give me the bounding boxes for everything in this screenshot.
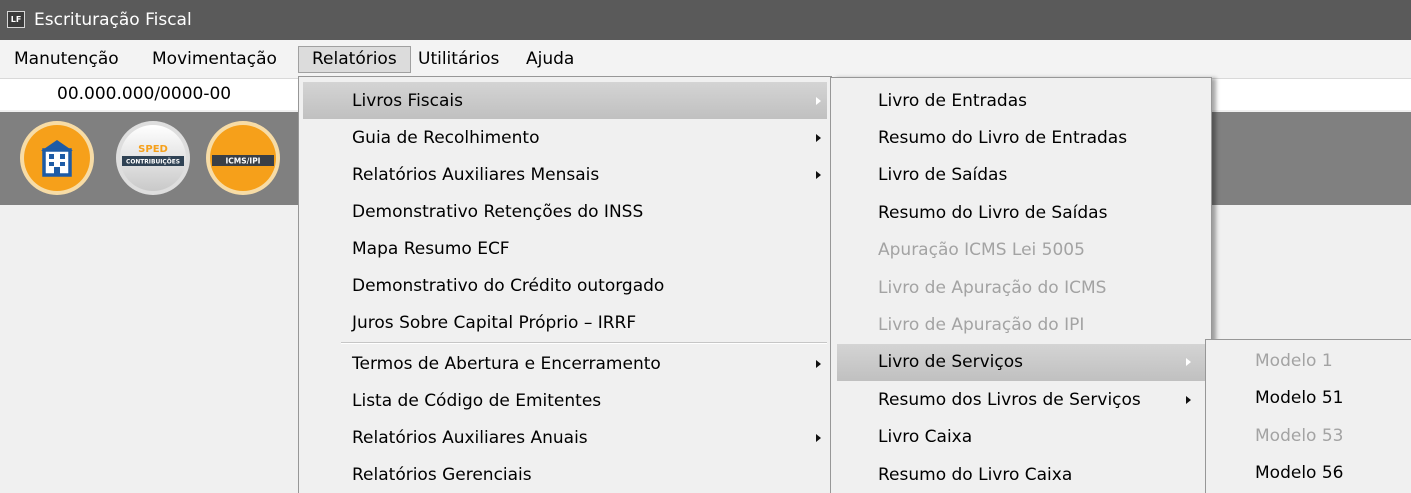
- submenu-arrow-icon: [816, 170, 821, 179]
- menu-item-livro-entradas[interactable]: Livro de Entradas: [837, 82, 1205, 119]
- menu-item-label: Livros Fiscais: [352, 90, 463, 111]
- relatorios-dropdown: Livros Fiscais Guia de Recolhimento Rela…: [298, 76, 832, 493]
- menu-item-label: Relatórios Auxiliares Anuais: [352, 427, 588, 448]
- menu-movimentacao[interactable]: Movimentação: [142, 46, 287, 73]
- menu-item-resumo-livro-caixa[interactable]: Resumo do Livro Caixa: [837, 456, 1205, 493]
- submenu-arrow-icon: [1186, 395, 1191, 404]
- menu-bar: Manutenção Movimentação Relatórios Utili…: [0, 40, 1411, 78]
- window-title: Escrituração Fiscal: [34, 10, 192, 30]
- livro-servicos-submenu: Modelo 1 Modelo 51 Modelo 53 Modelo 56: [1205, 339, 1411, 493]
- contribuicoes-logo-text: CONTRIBUIÇÕES: [126, 159, 180, 166]
- menu-item-label: Lista de Código de Emitentes: [352, 390, 602, 411]
- menu-item-label: Livro de Saídas: [878, 165, 1008, 186]
- menu-item-modelo-1: Modelo 1: [1210, 342, 1411, 380]
- menu-item-label: Resumo do Livro Caixa: [878, 464, 1073, 485]
- menu-item-label: Apuração ICMS Lei 5005: [878, 240, 1085, 261]
- menu-item-juros-capital-proprio[interactable]: Juros Sobre Capital Próprio – IRRF: [303, 304, 827, 341]
- menu-item-label: Livro de Apuração do ICMS: [878, 277, 1107, 298]
- livros-fiscais-submenu: Livro de Entradas Resumo do Livro de Ent…: [830, 77, 1212, 493]
- menu-item-label: Livro de Entradas: [878, 90, 1027, 111]
- icms-ipi-icon: ICMS/IPI: [206, 121, 280, 195]
- submenu-arrow-icon: [816, 433, 821, 442]
- menu-item-label: Mapa Resumo ECF: [352, 238, 510, 259]
- app-logo-icon: LF: [7, 11, 25, 28]
- menu-item-termos-abertura[interactable]: Termos de Abertura e Encerramento: [303, 345, 827, 382]
- menu-item-resumo-livro-saidas[interactable]: Resumo do Livro de Saídas: [837, 194, 1205, 231]
- submenu-arrow-icon: [816, 359, 821, 368]
- menu-item-label: Termos de Abertura e Encerramento: [352, 353, 661, 374]
- menu-ajuda[interactable]: Ajuda: [516, 46, 584, 73]
- menu-item-lista-emitentes[interactable]: Lista de Código de Emitentes: [303, 382, 827, 419]
- menu-item-apuracao-icms-lei-5005: Apuração ICMS Lei 5005: [837, 232, 1205, 269]
- menu-item-label: Resumo do Livro de Saídas: [878, 202, 1108, 223]
- menu-item-label: Resumo do Livro de Entradas: [878, 128, 1128, 149]
- menu-item-resumo-livro-entradas[interactable]: Resumo do Livro de Entradas: [837, 119, 1205, 156]
- menu-item-label: Juros Sobre Capital Próprio – IRRF: [352, 312, 637, 333]
- menu-item-label: Modelo 1: [1255, 350, 1333, 371]
- menu-manutencao[interactable]: Manutenção: [4, 46, 129, 73]
- cnpj-label: 00.000.000/0000-00: [57, 84, 232, 104]
- menu-item-label: Livro de Serviços: [878, 352, 1023, 373]
- menu-item-label: Modelo 51: [1255, 388, 1344, 409]
- title-bar: LF Escrituração Fiscal: [0, 0, 1411, 40]
- menu-item-relatorios-auxiliares-mensais[interactable]: Relatórios Auxiliares Mensais: [303, 156, 827, 193]
- menu-item-relatorios-gerenciais[interactable]: Relatórios Gerenciais: [303, 456, 827, 493]
- menu-item-label: Relatórios Gerenciais: [352, 464, 532, 485]
- sped-logo-text: SPED: [138, 144, 168, 155]
- menu-item-label: Guia de Recolhimento: [352, 127, 540, 148]
- menu-item-label: Modelo 53: [1255, 425, 1344, 446]
- menu-item-livro-apuracao-ipi: Livro de Apuração do IPI: [837, 306, 1205, 343]
- menu-item-resumo-livros-servicos[interactable]: Resumo dos Livros de Serviços: [837, 381, 1205, 418]
- menu-utilitarios[interactable]: Utilitários: [408, 46, 509, 73]
- menu-item-modelo-53: Modelo 53: [1210, 417, 1411, 455]
- submenu-arrow-icon: [1186, 358, 1191, 367]
- menu-relatorios[interactable]: Relatórios: [298, 46, 411, 73]
- menu-item-livro-apuracao-icms: Livro de Apuração do ICMS: [837, 269, 1205, 306]
- sped-contribuicoes-icon: SPED CONTRIBUIÇÕES: [116, 121, 190, 195]
- submenu-arrow-icon: [816, 96, 821, 105]
- menu-item-relatorios-auxiliares-anuais[interactable]: Relatórios Auxiliares Anuais: [303, 419, 827, 456]
- menu-item-livro-servicos[interactable]: Livro de Serviços: [837, 343, 1205, 382]
- menu-item-guia-recolhimento[interactable]: Guia de Recolhimento: [303, 119, 827, 156]
- menu-item-modelo-51[interactable]: Modelo 51: [1210, 380, 1411, 418]
- menu-item-label: Modelo 56: [1255, 463, 1344, 484]
- menu-item-label: Livro Caixa: [878, 427, 973, 448]
- menu-item-credito-outorgado[interactable]: Demonstrativo do Crédito outorgado: [303, 267, 827, 304]
- menu-item-demonstrativo-inss[interactable]: Demonstrativo Retenções do INSS: [303, 193, 827, 230]
- menu-item-modelo-56[interactable]: Modelo 56: [1210, 455, 1411, 493]
- menu-item-label: Resumo dos Livros de Serviços: [878, 389, 1141, 410]
- menu-item-livro-saidas[interactable]: Livro de Saídas: [837, 157, 1205, 194]
- menu-item-mapa-resumo-ecf[interactable]: Mapa Resumo ECF: [303, 230, 827, 267]
- sped-contribuicoes-button[interactable]: SPED CONTRIBUIÇÕES: [115, 120, 191, 196]
- menu-item-label: Demonstrativo do Crédito outorgado: [352, 275, 665, 296]
- icms-ipi-button[interactable]: ICMS/IPI: [205, 120, 281, 196]
- menu-item-label: Demonstrativo Retenções do INSS: [352, 201, 644, 222]
- menu-item-livro-caixa[interactable]: Livro Caixa: [837, 419, 1205, 456]
- building-icon: [20, 121, 94, 195]
- menu-item-label: Livro de Apuração do IPI: [878, 315, 1085, 336]
- icms-ipi-logo-text: ICMS/IPI: [226, 157, 261, 166]
- menu-item-label: Relatórios Auxiliares Mensais: [352, 164, 600, 185]
- menu-item-livros-fiscais[interactable]: Livros Fiscais: [303, 82, 827, 119]
- submenu-arrow-icon: [816, 133, 821, 142]
- empresa-button[interactable]: [19, 120, 95, 196]
